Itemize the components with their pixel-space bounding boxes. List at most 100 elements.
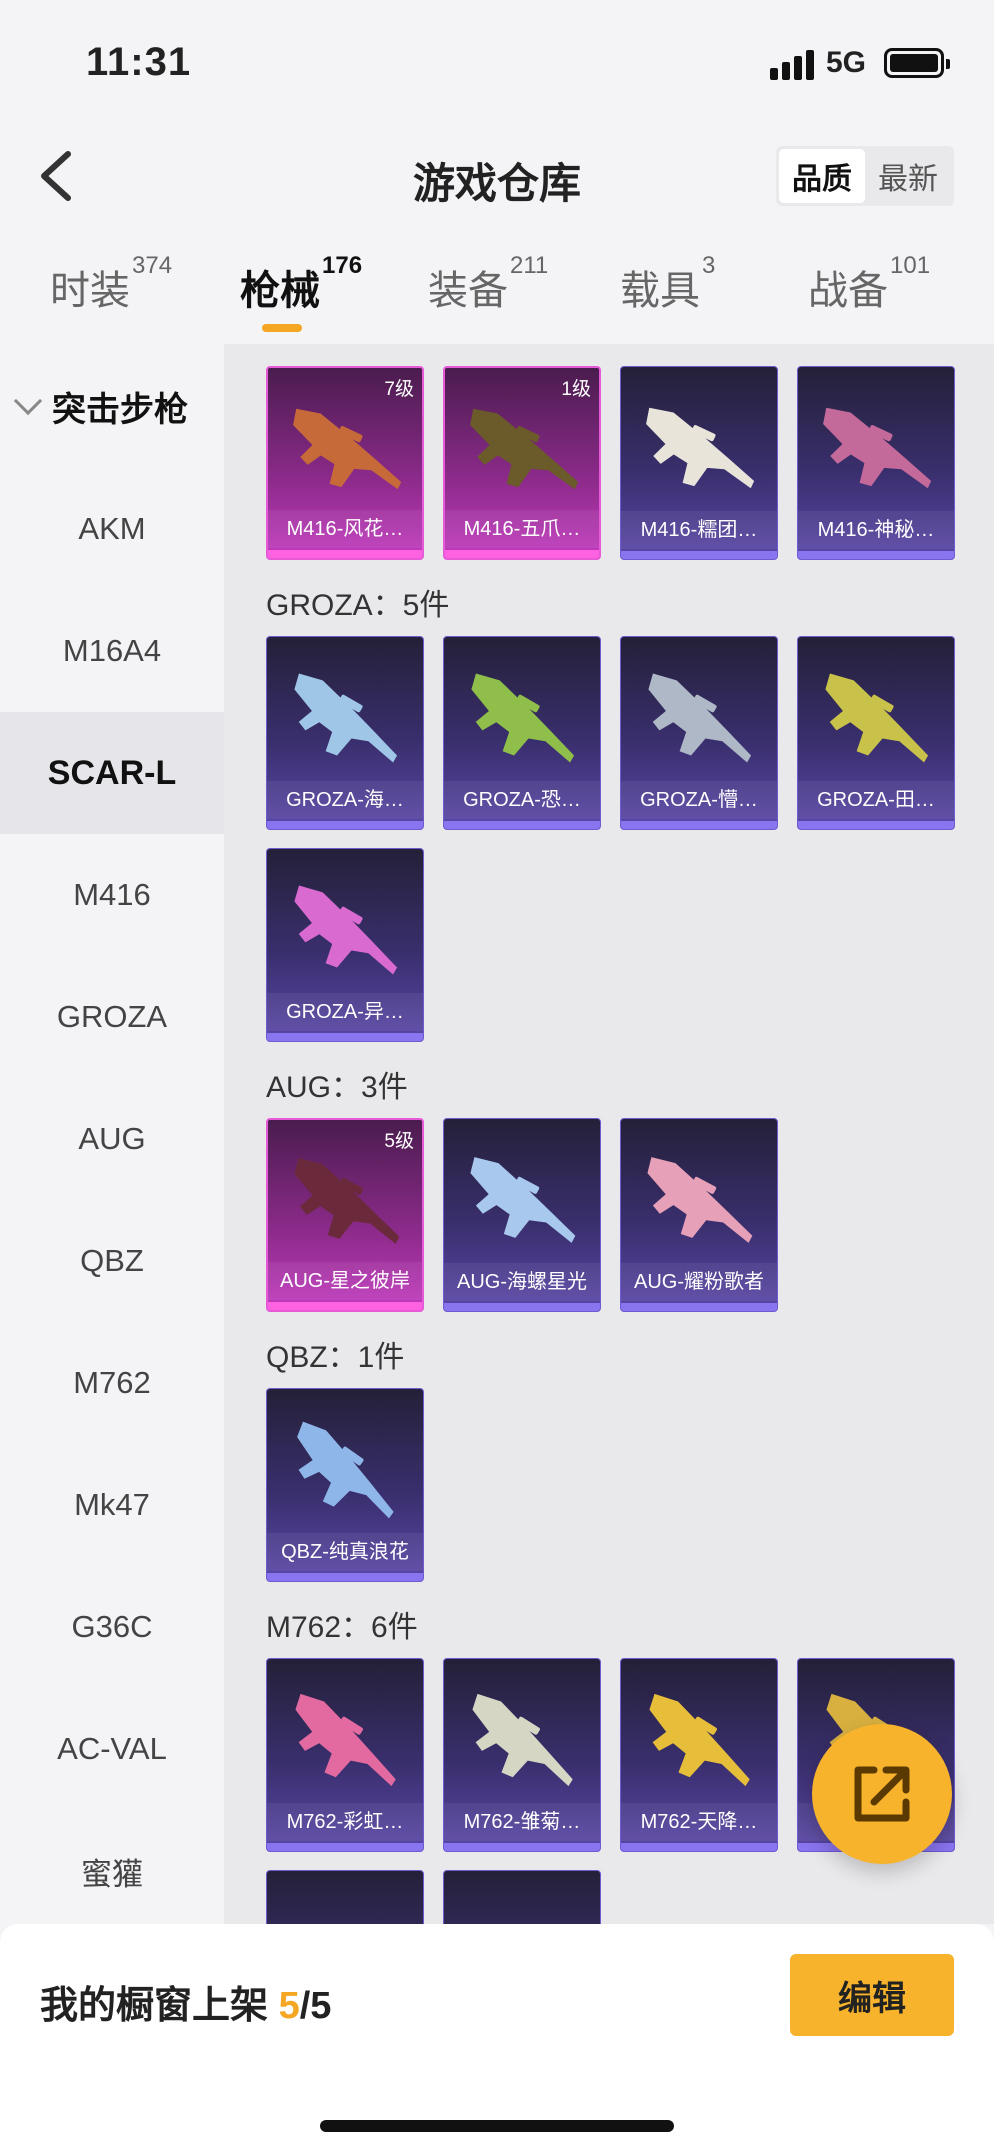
section-title-aug: AUG：3件 xyxy=(266,1071,408,1104)
gun-image xyxy=(631,668,766,773)
gun-image xyxy=(454,1151,589,1255)
skin-card[interactable]: AUG-海螺星光 xyxy=(443,1118,601,1312)
active-tab-indicator xyxy=(262,324,302,332)
gun-image xyxy=(808,668,943,773)
menu-item-ac-val[interactable]: AC-VAL xyxy=(0,1688,224,1810)
tab-supplies[interactable]: 战备101 xyxy=(808,252,930,316)
gun-image xyxy=(455,403,590,504)
skin-card[interactable]: M762-天降… xyxy=(620,1658,778,1852)
tab-fashion[interactable]: 时装374 xyxy=(50,252,172,316)
edit-button[interactable]: 编辑 xyxy=(790,1954,954,2036)
section-title-m762: M762：6件 xyxy=(266,1611,418,1644)
clock: 11:31 xyxy=(86,40,192,84)
tab-equipment[interactable]: 装备211 xyxy=(428,252,548,316)
menu-item-honey-badger[interactable]: 蜜獾 xyxy=(0,1810,224,1932)
gun-image xyxy=(631,1688,765,1795)
showcase-count: 5 xyxy=(278,1985,300,2027)
level-badge: 7级 xyxy=(384,379,414,400)
menu-item-m762[interactable]: M762 xyxy=(0,1322,224,1444)
battery-icon xyxy=(884,48,950,78)
sort-newest-button[interactable]: 最新 xyxy=(865,149,951,203)
sort-quality-button[interactable]: 品质 xyxy=(779,149,865,203)
rarity-strip xyxy=(621,1303,777,1311)
rarity-strip xyxy=(444,1303,600,1311)
gun-image xyxy=(454,668,589,773)
section-title-groza: GROZA：5件 xyxy=(266,589,450,622)
skin-card[interactable] xyxy=(266,1870,424,1924)
skin-name: AUG-星之彼岸 xyxy=(268,1262,422,1300)
chevron-down-icon xyxy=(13,386,43,416)
gun-skin-grid: 7级 M416-风花… 1级 M416-五爪… M416-糯团… M416-神秘… xyxy=(224,344,994,1924)
skin-card[interactable]: M762-雏菊… xyxy=(443,1658,601,1852)
tab-vehicles[interactable]: 载具3 xyxy=(620,252,715,316)
rarity-strip xyxy=(621,551,777,559)
menu-item-scar-l[interactable]: SCAR-L xyxy=(0,712,224,834)
skin-name: GROZA-异… xyxy=(267,993,423,1031)
rarity-strip xyxy=(798,821,954,829)
skin-name: GROZA-海… xyxy=(267,781,423,819)
skin-name: GROZA-田… xyxy=(798,781,954,819)
gun-image xyxy=(278,403,413,504)
menu-item-akm[interactable]: AKM xyxy=(0,468,224,590)
skin-name: M416-风花… xyxy=(268,510,422,548)
section-title-qbz: QBZ：1件 xyxy=(266,1341,405,1374)
tab-count: 3 xyxy=(702,252,716,279)
skin-card[interactable]: M416-神秘… xyxy=(797,366,955,560)
menu-item-groza[interactable]: GROZA xyxy=(0,956,224,1078)
share-icon xyxy=(854,1766,910,1822)
gun-image xyxy=(277,880,412,985)
showcase-bar: 我的橱窗上架 5/5 编辑 xyxy=(0,1924,994,2152)
menu-item-m16a4[interactable]: M16A4 xyxy=(0,590,224,712)
rarity-strip xyxy=(267,1843,423,1851)
tab-guns[interactable]: 枪械176 xyxy=(240,252,362,332)
skin-card[interactable]: 1级 M416-五爪… xyxy=(443,366,601,560)
rarity-strip xyxy=(798,551,954,559)
menu-group-assault-rifles[interactable]: 突击步枪 xyxy=(0,344,224,468)
skin-name: M416-神秘… xyxy=(798,511,954,549)
gun-image xyxy=(277,668,412,773)
gun-image xyxy=(631,402,766,503)
skin-card[interactable]: GROZA-异… xyxy=(266,848,424,1042)
gun-image xyxy=(454,1688,588,1795)
gun-image xyxy=(277,1416,410,1525)
skin-name: AUG-海螺星光 xyxy=(444,1263,600,1301)
signal-icon xyxy=(770,50,816,80)
tab-count: 211 xyxy=(510,252,549,279)
skin-card[interactable]: 7级 M416-风花… xyxy=(266,366,424,560)
menu-item-m416[interactable]: M416 xyxy=(0,834,224,956)
skin-card[interactable]: M762-彩虹… xyxy=(266,1658,424,1852)
menu-item-qbz[interactable]: QBZ xyxy=(0,1200,224,1322)
tab-count: 176 xyxy=(322,252,363,279)
skin-name: M416-糯团… xyxy=(621,511,777,549)
skin-name: AUG-耀粉歌者 xyxy=(621,1263,777,1301)
menu-item-aug[interactable]: AUG xyxy=(0,1078,224,1200)
rarity-strip xyxy=(444,1843,600,1851)
skin-card[interactable]: GROZA-恐… xyxy=(443,636,601,830)
skin-card[interactable]: GROZA-田… xyxy=(797,636,955,830)
rarity-strip xyxy=(267,821,423,829)
skin-card[interactable] xyxy=(443,1870,601,1924)
skin-card[interactable]: GROZA-海… xyxy=(266,636,424,830)
network-type: 5G xyxy=(826,46,867,79)
status-bar: 11:31 5G xyxy=(0,0,994,120)
skin-card[interactable]: 5级 AUG-星之彼岸 xyxy=(266,1118,424,1312)
home-indicator xyxy=(320,2120,674,2132)
skin-card[interactable]: M416-糯团… xyxy=(620,366,778,560)
sort-toggle[interactable]: 品质 最新 xyxy=(776,146,954,206)
rarity-strip xyxy=(267,1573,423,1581)
menu-item-mk47[interactable]: Mk47 xyxy=(0,1444,224,1566)
tab-count: 101 xyxy=(890,252,931,279)
menu-item-g36c[interactable]: G36C xyxy=(0,1566,224,1688)
gun-image xyxy=(631,1151,766,1255)
category-tabs: 时装374 枪械176 装备211 载具3 战备101 xyxy=(0,252,994,338)
skin-name: M762-彩虹… xyxy=(267,1803,423,1841)
gun-image xyxy=(278,1152,413,1256)
skin-name: M762-天降… xyxy=(621,1803,777,1841)
skin-card[interactable]: AUG-耀粉歌者 xyxy=(620,1118,778,1312)
showcase-label: 我的橱窗上架 5/5 xyxy=(40,1985,332,2027)
skin-card[interactable]: QBZ-纯真浪花 xyxy=(266,1388,424,1582)
skin-card[interactable]: GROZA-懵… xyxy=(620,636,778,830)
skin-name: M762-雏菊… xyxy=(444,1803,600,1841)
share-button[interactable] xyxy=(812,1724,952,1864)
level-badge: 5级 xyxy=(384,1131,414,1152)
